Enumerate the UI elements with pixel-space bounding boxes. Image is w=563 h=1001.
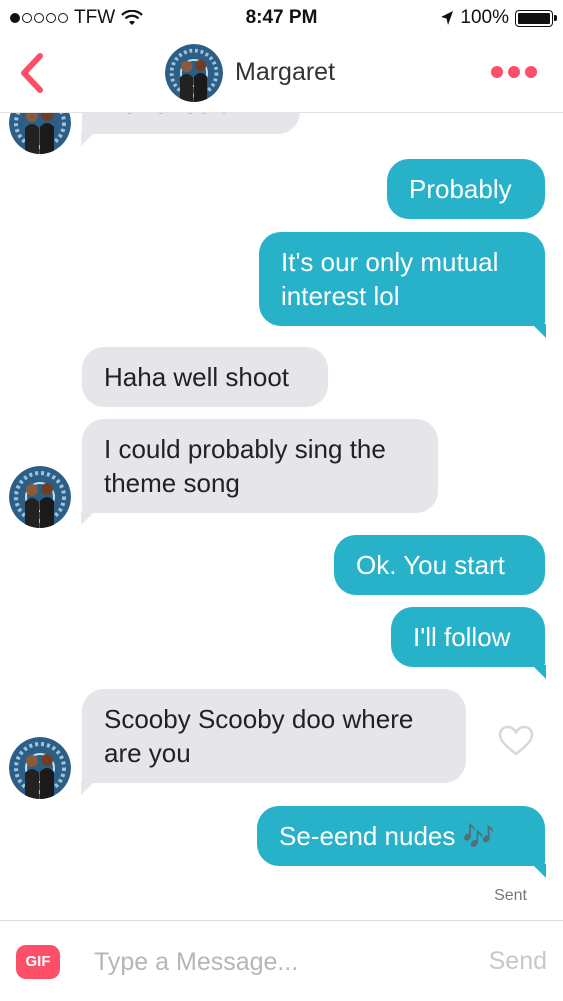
message-incoming[interactable]: No. Should I?	[81, 112, 300, 146]
message-outgoing[interactable]: It's our only mutual interest lol	[259, 232, 546, 338]
more-dots-icon[interactable]	[491, 66, 537, 78]
contact-avatar-small[interactable]	[9, 466, 71, 528]
send-button[interactable]: Send	[489, 947, 547, 976]
message-incoming[interactable]: I could probably sing the theme song	[81, 419, 438, 525]
contact-avatar-small[interactable]	[9, 737, 71, 799]
message-composer: GIF Send	[0, 920, 563, 1001]
location-arrow-icon	[441, 11, 454, 25]
gif-button[interactable]: GIF	[16, 945, 60, 979]
message-outgoing[interactable]: Probably	[387, 159, 545, 219]
chat-header: Margaret	[0, 36, 563, 113]
message-incoming[interactable]: Haha well shoot	[82, 347, 328, 407]
contact-avatar-small[interactable]	[9, 112, 71, 154]
contact-name[interactable]: Margaret	[235, 58, 335, 87]
battery-icon	[515, 9, 557, 27]
delivery-status: Sent	[494, 887, 527, 904]
message-outgoing[interactable]: I'll follow	[391, 607, 546, 679]
message-input[interactable]	[94, 939, 454, 985]
back-chevron-icon[interactable]	[14, 50, 48, 96]
message-thread[interactable]: No. Should I? Probably It's our only mut…	[0, 112, 563, 920]
message-outgoing[interactable]: Ok. You start	[334, 535, 545, 595]
contact-avatar[interactable]	[165, 44, 223, 102]
message-incoming[interactable]: Scooby Scooby doo where are you	[81, 689, 466, 795]
heart-outline-icon[interactable]	[498, 725, 534, 757]
battery-percent: 100%	[460, 7, 509, 28]
message-outgoing[interactable]: Se-eend nudes 🎶	[257, 806, 546, 878]
status-bar: TFW 8:47 PM 100%	[0, 0, 563, 36]
